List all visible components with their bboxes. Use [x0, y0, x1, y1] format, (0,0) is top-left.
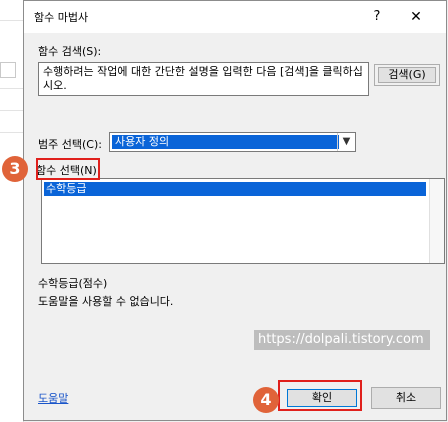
- search-button-frame: 검색(G): [374, 64, 440, 86]
- help-button[interactable]: ?: [367, 7, 387, 27]
- grid-line: [0, 20, 23, 21]
- highlight-box-ok: [278, 380, 362, 411]
- function-signature: 수학등급(점수): [38, 277, 108, 290]
- search-description-text: 수행하려는 작업에 대한 간단한 설명을 입력한 다음 [검색]을 클릭하십시오…: [43, 65, 363, 92]
- title-bar: 함수 마법사 ? ✕: [24, 1, 446, 33]
- grid-line: [0, 110, 23, 111]
- function-description: 도움말을 사용할 수 없습니다.: [38, 295, 174, 308]
- step-badge-4: 4: [253, 387, 279, 413]
- step-badge-3: 3: [2, 156, 28, 182]
- list-item-function[interactable]: 수학등급: [44, 182, 426, 196]
- highlight-box-function: [36, 158, 100, 180]
- grid-line: [0, 132, 23, 133]
- grid-line: [0, 88, 23, 89]
- search-section-label: 함수 검색(S):: [38, 45, 102, 58]
- spreadsheet-background: [0, 0, 24, 422]
- dialog-title: 함수 마법사: [34, 11, 89, 24]
- category-selected-value: 사용자 정의: [112, 135, 339, 149]
- function-wizard-dialog: 함수 마법사 ? ✕ 함수 검색(S): 수행하려는 작업에 대한 간단한 설명…: [23, 0, 447, 421]
- category-label: 범주 선택(C):: [38, 138, 102, 151]
- chevron-down-icon[interactable]: ▼: [337, 133, 355, 151]
- watermark-text: https://dolpali.tistory.com: [254, 330, 430, 350]
- cancel-button[interactable]: 취소: [371, 387, 441, 409]
- help-link[interactable]: 도움말: [38, 390, 68, 406]
- search-button[interactable]: 검색(G): [378, 67, 436, 83]
- close-button[interactable]: ✕: [406, 7, 426, 27]
- function-list[interactable]: 수학등급: [41, 178, 445, 264]
- scrollbar[interactable]: [429, 179, 444, 263]
- function-search-input[interactable]: 수행하려는 작업에 대한 간단한 설명을 입력한 다음 [검색]을 클릭하십시오…: [38, 62, 369, 96]
- cell-marker: [0, 62, 16, 78]
- category-select[interactable]: 사용자 정의 ▼: [109, 132, 356, 152]
